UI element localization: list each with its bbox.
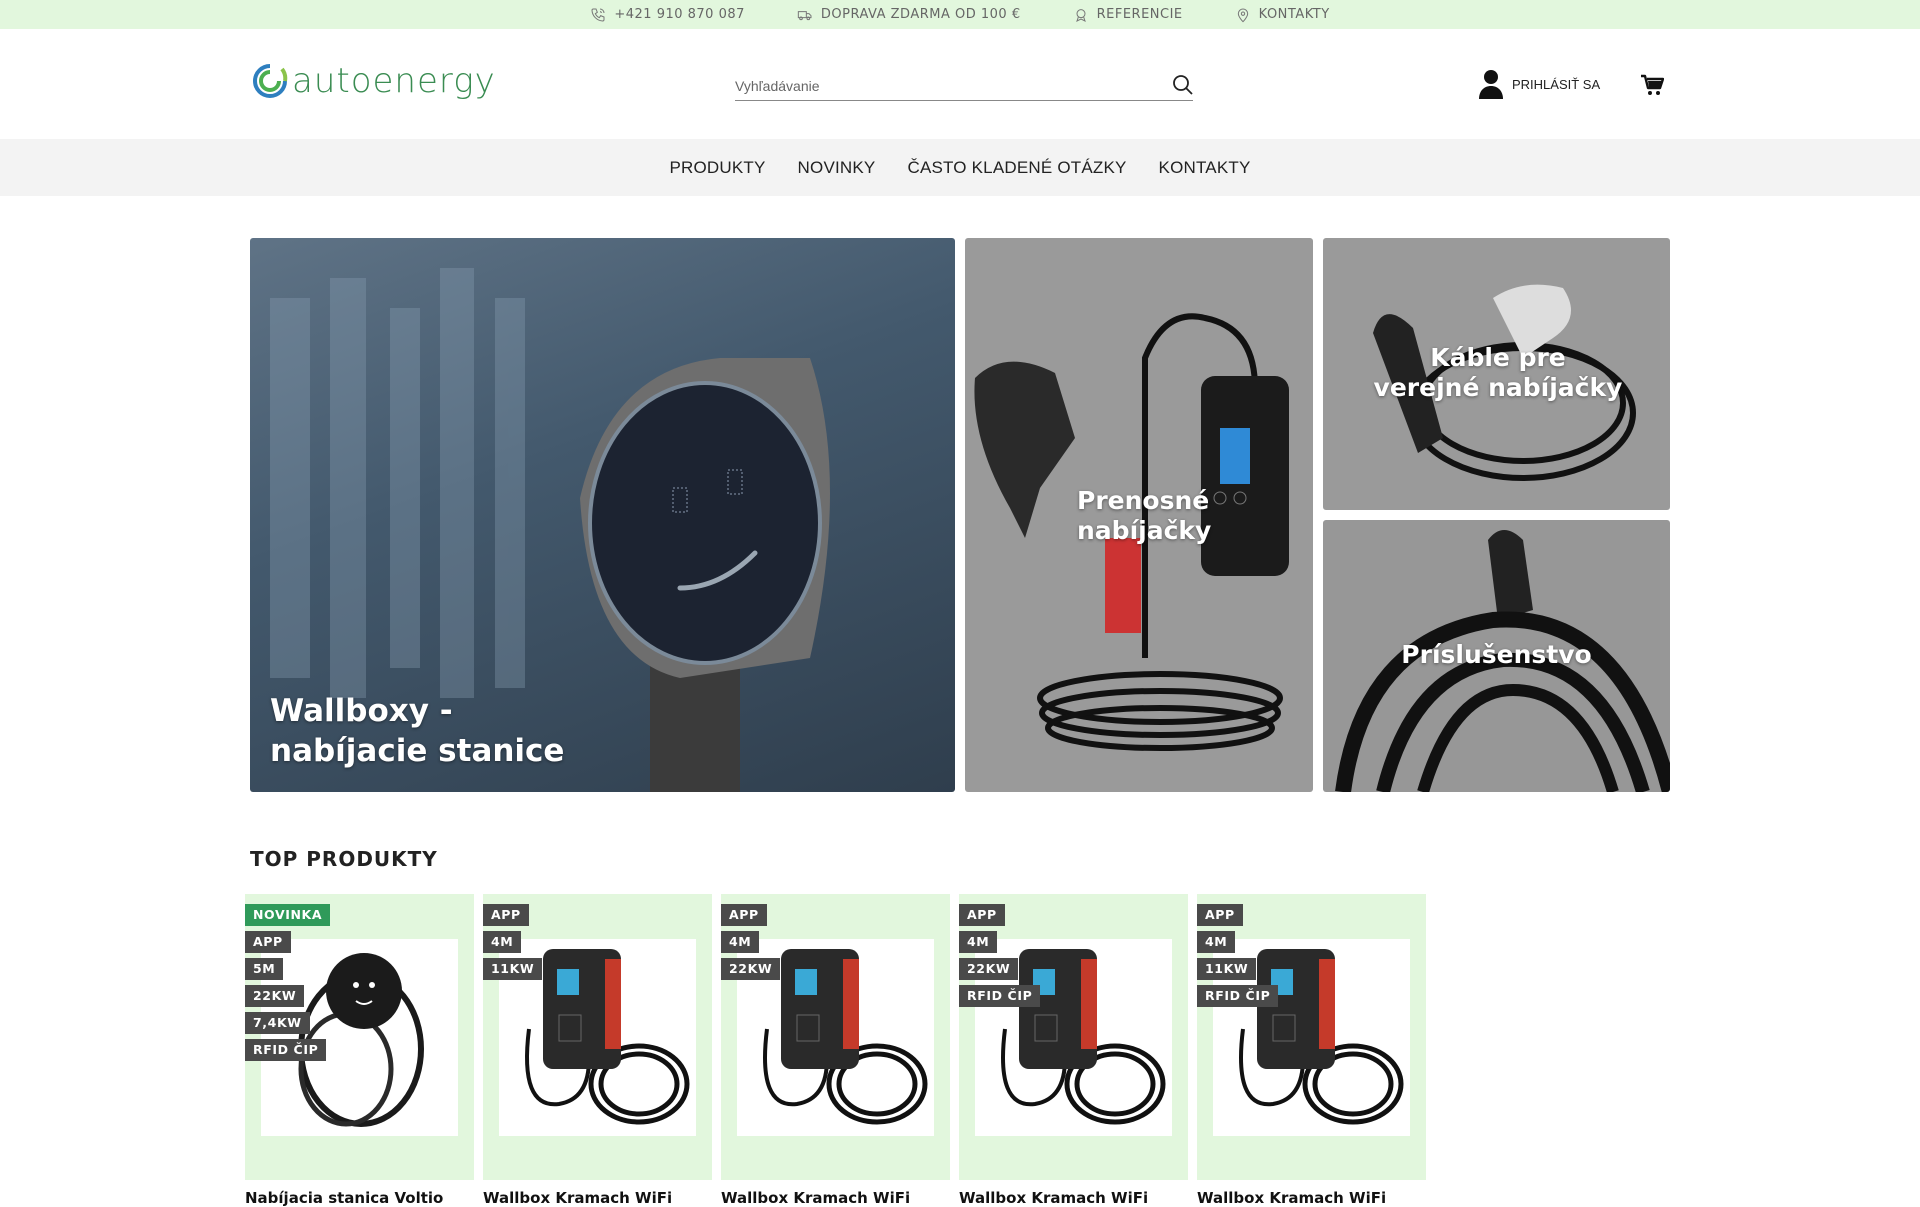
contacts-link-top[interactable]: KONTAKTY — [1235, 7, 1330, 23]
product-badges: APP 4M 11KW — [483, 904, 543, 985]
badge: RFID ČIP — [1197, 985, 1279, 1007]
contacts-label-top: KONTAKTY — [1258, 7, 1330, 22]
search-icon[interactable] — [1171, 73, 1195, 97]
award-icon — [1075, 8, 1086, 22]
product-card-4[interactable]: APP 4M 22KW RFID ČIP Wallbox Kramach WiF… — [959, 894, 1188, 1207]
badge: APP — [959, 904, 1005, 926]
hero-label-cables: Káble pre verejné nabíjačky — [1373, 343, 1623, 402]
top-products-title: TOP PRODUKTY — [250, 847, 438, 871]
nav-products[interactable]: PRODUKTY — [669, 158, 765, 178]
badge: 4M — [483, 931, 522, 953]
search-bar — [735, 71, 1193, 101]
hero-tile-accessories[interactable]: Príslušenstvo — [1323, 520, 1670, 792]
product-name[interactable]: Wallbox Kramach WiFi — [959, 1189, 1188, 1207]
badge: RFID ČIP — [959, 985, 1041, 1007]
product-card-1[interactable]: NOVINKA APP 5M 22KW 7,4KW RFID ČIP Nabíj… — [245, 894, 474, 1207]
logo-text: autoenergy — [292, 61, 496, 101]
hero-label-wallboxes: Wallboxy - nabíjacie stanice — [270, 693, 565, 769]
site-header: autoenergy PRIHLÁSIŤ SA — [0, 29, 1920, 139]
badge: 11KW — [483, 958, 543, 980]
location-icon — [1237, 8, 1248, 22]
logo-swirl-icon — [253, 64, 288, 98]
badge: 4M — [959, 931, 998, 953]
badge: RFID ČIP — [245, 1039, 327, 1061]
nav-contacts[interactable]: KONTAKTY — [1159, 158, 1251, 178]
badge: 4M — [1197, 931, 1236, 953]
badge: 22KW — [245, 985, 305, 1007]
references-link[interactable]: REFERENCIE — [1073, 7, 1183, 23]
hero-tile-cables[interactable]: Káble pre verejné nabíjačky — [1323, 238, 1670, 510]
top-info-bar: +421 910 870 087 DOPRAVA ZDARMA OD 100 €… — [0, 0, 1920, 29]
logo[interactable]: autoenergy — [252, 63, 496, 99]
badge: APP — [483, 904, 529, 926]
product-badges: APP 4M 22KW RFID ČIP — [959, 904, 1041, 1012]
nav-faq[interactable]: ČASTO KLADENÉ OTÁZKY — [907, 158, 1126, 178]
login-button[interactable]: PRIHLÁSIŤ SA — [1478, 69, 1600, 99]
badge: APP — [1197, 904, 1243, 926]
product-name[interactable]: Nabíjacia stanica Voltio — [245, 1189, 474, 1207]
badge: 4M — [721, 931, 760, 953]
badge-new: NOVINKA — [245, 904, 331, 926]
product-card-3[interactable]: APP 4M 22KW Wallbox Kramach WiFi — [721, 894, 950, 1207]
login-label: PRIHLÁSIŤ SA — [1512, 76, 1601, 92]
hero-label-portable: Prenosné nabíjačky — [1077, 486, 1212, 545]
hero-tile-portable[interactable]: Prenosné nabíjačky — [965, 238, 1313, 792]
nav-news[interactable]: NOVINKY — [798, 158, 876, 178]
badge: 7,4KW — [245, 1012, 310, 1034]
hero-label-accessories: Príslušenstvo — [1401, 640, 1592, 669]
product-card-2[interactable]: APP 4M 11KW Wallbox Kramach WiFi — [483, 894, 712, 1207]
shipping-label: DOPRAVA ZDARMA OD 100 € — [820, 7, 1021, 22]
references-label: REFERENCIE — [1096, 7, 1183, 22]
phone-icon — [591, 8, 605, 22]
main-nav: PRODUKTY NOVINKY ČASTO KLADENÉ OTÁZKY KO… — [0, 139, 1920, 196]
badge: 11KW — [1197, 958, 1257, 980]
truck-icon — [797, 10, 812, 20]
product-name[interactable]: Wallbox Kramach WiFi — [721, 1189, 950, 1207]
badge: APP — [721, 904, 767, 926]
product-card-5[interactable]: APP 4M 11KW RFID ČIP Wallbox Kramach WiF… — [1197, 894, 1426, 1207]
product-name[interactable]: Wallbox Kramach WiFi — [483, 1189, 712, 1207]
hero-tile-wallboxes[interactable]: Wallboxy - nabíjacie stanice — [250, 238, 955, 792]
cart-icon[interactable] — [1640, 73, 1664, 97]
product-name[interactable]: Wallbox Kramach WiFi — [1197, 1189, 1426, 1207]
phone-label: +421 910 870 087 — [614, 7, 745, 22]
product-badges: NOVINKA APP 5M 22KW 7,4KW RFID ČIP — [245, 904, 331, 1066]
search-input[interactable] — [735, 77, 1155, 94]
user-icon — [1479, 70, 1503, 99]
shipping-link[interactable]: DOPRAVA ZDARMA OD 100 € — [797, 7, 1021, 23]
badge: APP — [245, 931, 291, 953]
phone-link[interactable]: +421 910 870 087 — [590, 7, 745, 23]
badge: 22KW — [959, 958, 1019, 980]
product-badges: APP 4M 11KW RFID ČIP — [1197, 904, 1279, 1012]
badge: 22KW — [721, 958, 781, 980]
badge: 5M — [245, 958, 284, 980]
product-badges: APP 4M 22KW — [721, 904, 781, 985]
